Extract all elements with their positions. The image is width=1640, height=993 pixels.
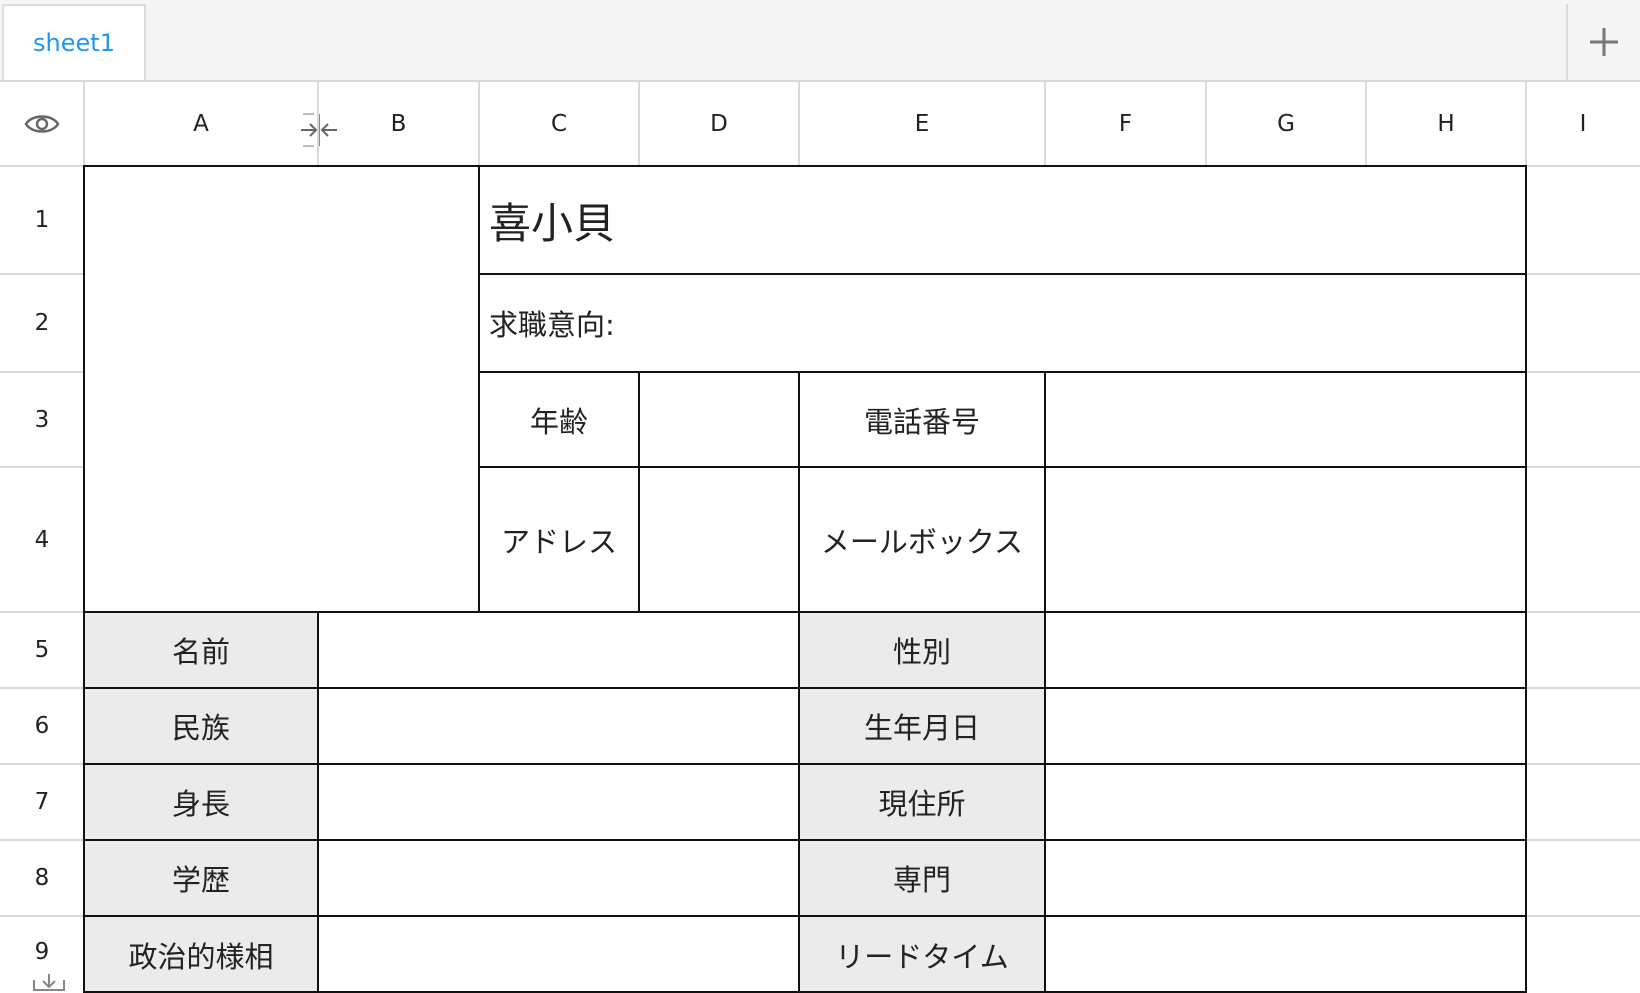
table-border: [83, 915, 1527, 917]
column-header-c[interactable]: C: [479, 82, 639, 166]
education-value-cell[interactable]: [318, 840, 799, 916]
column-header-h[interactable]: H: [1366, 82, 1526, 166]
column-header-a[interactable]: A: [84, 82, 318, 166]
row-header-3[interactable]: 3: [0, 372, 84, 467]
gender-value-cell[interactable]: [1045, 612, 1526, 688]
table-border: [83, 165, 85, 993]
job-intent-cell[interactable]: 求職意向:: [479, 274, 1526, 372]
height-value-cell[interactable]: [318, 764, 799, 840]
column-header-b[interactable]: B: [318, 82, 479, 166]
table-border: [478, 371, 1527, 373]
political-status-label-cell[interactable]: 政治的様相: [84, 916, 318, 993]
age-label-cell[interactable]: 年齢: [479, 372, 639, 467]
plus-icon: [1590, 28, 1618, 56]
gridline: [798, 82, 800, 166]
sheet-tab-bar: [0, 0, 1640, 82]
name-value-cell[interactable]: [318, 612, 799, 688]
phone-label-cell[interactable]: 電話番号: [799, 372, 1045, 467]
tab-label: sheet1: [33, 29, 115, 57]
row-header-2[interactable]: 2: [0, 274, 84, 372]
gridline: [1526, 687, 1640, 689]
column-header-i[interactable]: I: [1526, 82, 1640, 166]
gridline: [1526, 611, 1640, 613]
gridline: [0, 687, 84, 689]
mailbox-label-cell[interactable]: メールボックス: [799, 467, 1045, 612]
select-all-corner[interactable]: [0, 82, 84, 166]
gridline: [1526, 763, 1640, 765]
gridline: [0, 763, 84, 765]
table-border: [478, 273, 1527, 275]
age-value-cell[interactable]: [639, 372, 799, 467]
gridline: [0, 611, 84, 613]
gridline: [1525, 82, 1527, 166]
table-border: [83, 611, 1527, 613]
photo-cell[interactable]: [84, 166, 479, 612]
download-tray-icon[interactable]: [32, 972, 66, 992]
education-label-cell[interactable]: 学歴: [84, 840, 318, 916]
residence-value-cell[interactable]: [1045, 764, 1526, 840]
gridline: [478, 82, 480, 166]
gridline: [1526, 273, 1640, 275]
ethnicity-label-cell[interactable]: 民族: [84, 688, 318, 764]
address-label-cell[interactable]: アドレス: [479, 467, 639, 612]
lead-time-label-cell[interactable]: リードタイム: [799, 916, 1045, 993]
gridline: [638, 82, 640, 166]
row-header-5[interactable]: 5: [0, 612, 84, 688]
residence-label-cell[interactable]: 現住所: [799, 764, 1045, 840]
gridline: [1365, 82, 1367, 166]
birthdate-value-cell[interactable]: [1045, 688, 1526, 764]
major-label-cell[interactable]: 専門: [799, 840, 1045, 916]
add-sheet-button[interactable]: [1566, 4, 1640, 80]
gridline: [1526, 915, 1640, 917]
table-border: [478, 165, 480, 613]
column-resize-icon[interactable]: [300, 112, 338, 148]
gender-label-cell[interactable]: 性別: [799, 612, 1045, 688]
name-title-cell[interactable]: 喜小貝: [479, 166, 1526, 274]
gridline: [0, 273, 84, 275]
table-border: [1044, 371, 1046, 993]
table-border: [1525, 165, 1527, 993]
gridline: [0, 839, 84, 841]
lead-time-value-cell[interactable]: [1045, 916, 1526, 993]
gridline: [317, 82, 319, 166]
address-value-cell[interactable]: [639, 467, 799, 612]
row-header-7[interactable]: 7: [0, 764, 84, 840]
name-label-cell[interactable]: 名前: [84, 612, 318, 688]
height-label-cell[interactable]: 身長: [84, 764, 318, 840]
gridline: [1044, 82, 1046, 166]
column-header-d[interactable]: D: [639, 82, 799, 166]
table-border: [83, 687, 1527, 689]
table-border: [83, 839, 1527, 841]
gridline: [0, 466, 84, 468]
ethnicity-value-cell[interactable]: [318, 688, 799, 764]
table-border: [83, 165, 1527, 167]
table-border: [83, 763, 1527, 765]
column-header-f[interactable]: F: [1045, 82, 1206, 166]
birthdate-label-cell[interactable]: 生年月日: [799, 688, 1045, 764]
row-header-1[interactable]: 1: [0, 166, 84, 274]
row-header-4[interactable]: 4: [0, 467, 84, 612]
phone-value-cell[interactable]: [1045, 372, 1526, 467]
gridline: [0, 371, 84, 373]
political-status-value-cell[interactable]: [318, 916, 799, 993]
gridline: [1205, 82, 1207, 166]
table-border: [638, 371, 640, 613]
major-value-cell[interactable]: [1045, 840, 1526, 916]
row-header-8[interactable]: 8: [0, 840, 84, 916]
gridline: [1526, 371, 1640, 373]
eye-icon: [24, 115, 60, 133]
gridline: [1526, 466, 1640, 468]
table-border: [317, 611, 319, 993]
gridline: [0, 915, 84, 917]
gridline: [1526, 839, 1640, 841]
column-header-g[interactable]: G: [1206, 82, 1366, 166]
column-header-e[interactable]: E: [799, 82, 1045, 166]
row-header-6[interactable]: 6: [0, 688, 84, 764]
table-border: [478, 466, 1527, 468]
tab-sheet1[interactable]: sheet1: [2, 4, 146, 80]
mailbox-value-cell[interactable]: [1045, 467, 1526, 612]
table-border: [798, 371, 800, 993]
